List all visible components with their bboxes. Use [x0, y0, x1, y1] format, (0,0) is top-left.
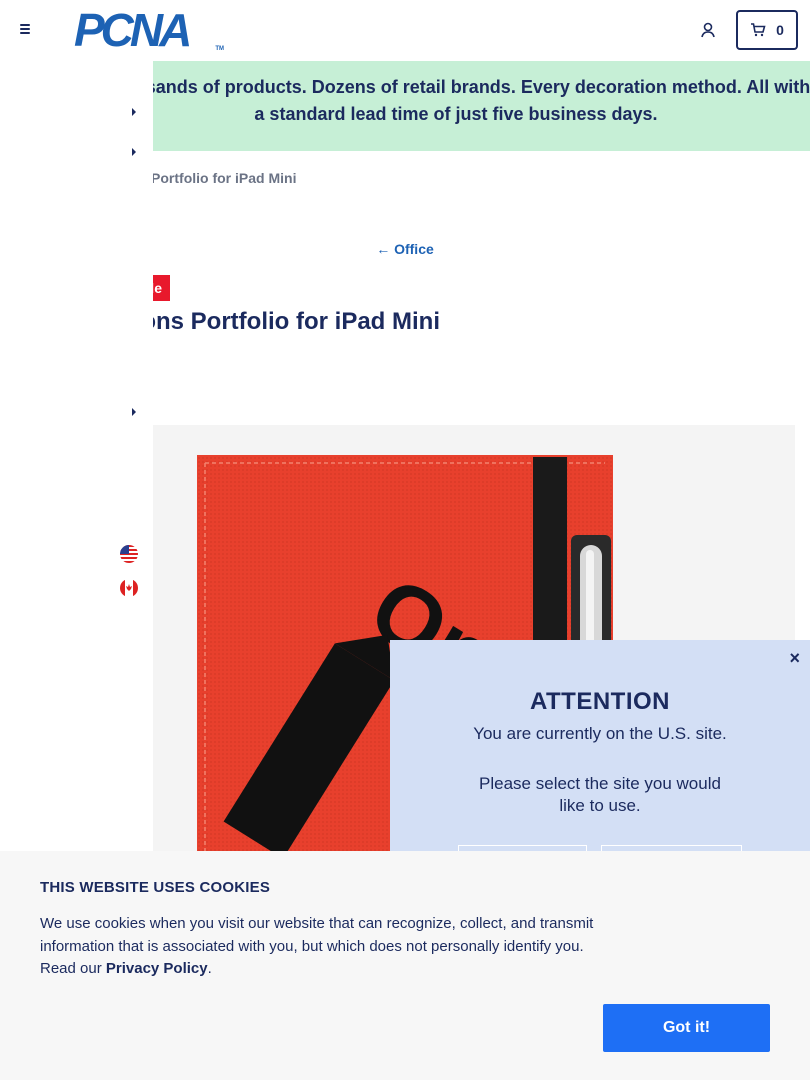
modal-instruction-text: Please select the site you would like to… — [479, 774, 721, 815]
arrow-left-icon: ← — [376, 241, 391, 257]
canada-flag-icon[interactable] — [120, 579, 138, 597]
cookie-banner: THIS WEBSITE USES COOKIES We use cookies… — [0, 851, 810, 1080]
privacy-policy-link[interactable]: Privacy Policy — [106, 960, 208, 977]
back-link-label: Office — [394, 241, 434, 257]
caret-right-icon[interactable] — [130, 106, 138, 118]
side-menu-panel — [0, 61, 153, 861]
accept-cookies-button[interactable]: Got it! — [603, 1004, 770, 1052]
menu-icon[interactable] — [20, 22, 36, 38]
caret-right-icon[interactable] — [130, 146, 138, 158]
cookie-text: We use cookies when you visit our websit… — [40, 913, 610, 981]
banner-text: Thousands of products. Dozens of retail … — [101, 77, 810, 124]
cart-icon — [751, 23, 766, 37]
cart-count: 0 — [776, 22, 784, 38]
modal-title: ATTENTION — [529, 688, 671, 715]
cookie-title: THIS WEBSITE USES COOKIES — [40, 879, 271, 896]
caret-right-icon[interactable] — [130, 406, 138, 418]
us-flag-icon[interactable] — [120, 545, 138, 563]
pcna-logo[interactable]: PCNA TM — [74, 7, 226, 53]
logo-tm: TM — [215, 46, 224, 52]
cookie-period: . — [207, 960, 212, 977]
cart-button[interactable]: 0 — [736, 10, 798, 50]
site-header: PCNA TM 0 — [0, 0, 810, 61]
modal-current-site-text: You are currently on the U.S. site. — [473, 724, 727, 743]
logo-text: PCNA — [74, 4, 192, 56]
close-icon[interactable]: × — [789, 648, 800, 669]
account-icon[interactable] — [699, 21, 717, 39]
